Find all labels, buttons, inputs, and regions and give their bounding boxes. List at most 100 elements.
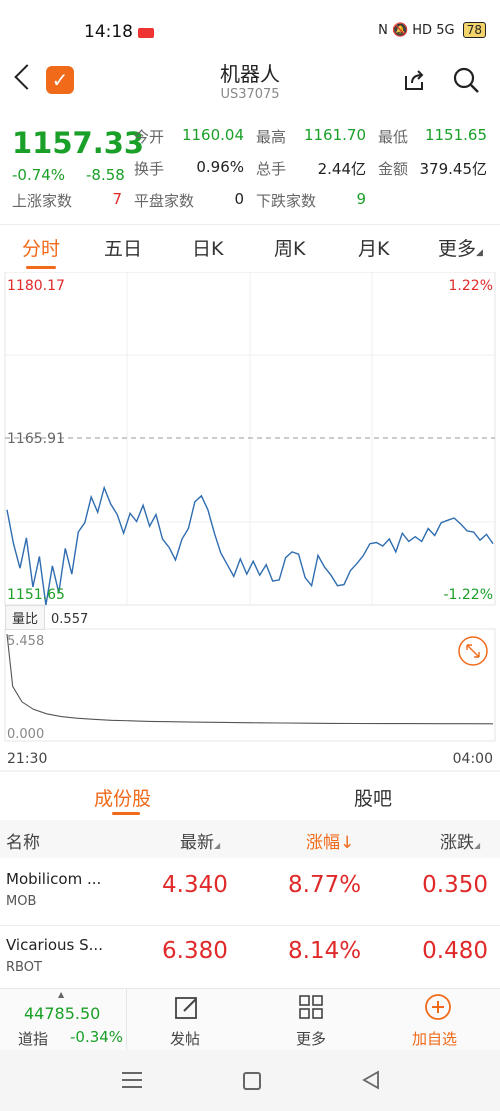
index-name: 道指	[18, 1030, 49, 1048]
tab-intraday[interactable]: 分时	[22, 234, 60, 261]
header-chg-label: 涨跌	[440, 833, 474, 853]
dow-index-ticker[interactable]: ▲ 44785.50 道指 -0.34%	[0, 989, 125, 1051]
edit-icon	[175, 997, 197, 1019]
table-row[interactable]: Mobilicom ... MOB 4.340 8.77% 0.350	[0, 860, 500, 926]
header-pct[interactable]: 涨幅↓	[306, 828, 354, 853]
tab-more-label: 更多	[438, 238, 477, 260]
period-tabs: 分时 五日 日K 周K 月K 更多◢	[0, 226, 500, 272]
tab-daily-k[interactable]: 日K	[192, 234, 223, 261]
amount-value: 379.45亿	[419, 160, 488, 178]
x-end-label: 04:00	[453, 751, 493, 767]
down-count-label: 下跌家数	[256, 192, 317, 210]
ratio-max-label: 5.458	[7, 634, 44, 649]
home-nav-icon[interactable]	[243, 1072, 261, 1090]
header-latest-label: 最新	[180, 833, 214, 853]
stock-chg: 0.480	[422, 938, 488, 964]
open-label: 今开	[134, 128, 165, 146]
volume-ratio-row: 量比 0.557	[5, 605, 88, 630]
nfc-icon: N	[378, 23, 388, 38]
status-time: 14:18	[84, 22, 133, 42]
tab-forum[interactable]: 股吧	[354, 784, 392, 811]
flat-count-label: 平盘家数	[134, 192, 195, 210]
stock-chg: 0.350	[422, 872, 488, 898]
tab-weekly-k[interactable]: 周K	[274, 234, 305, 261]
low-value: 1151.65	[424, 126, 487, 144]
quote-panel: 1157.33 -0.74% -8.58 今开 1160.04 最高 1161.…	[0, 118, 500, 222]
tab-constituents[interactable]: 成份股	[94, 784, 151, 811]
high-value: 1161.70	[303, 126, 366, 144]
stock-name: Vicarious S...	[6, 936, 103, 954]
notification-badge-icon	[138, 28, 154, 38]
index-value: 44785.50	[24, 1004, 101, 1023]
active-tab-indicator	[26, 266, 56, 269]
stock-code: RBOT	[6, 960, 42, 975]
tab-monthly-k[interactable]: 月K	[358, 234, 389, 261]
status-icons: N 🔕 HD 5G 78	[378, 22, 486, 38]
search-icon[interactable]	[452, 66, 480, 94]
header: ✓ 机器人 US37075	[0, 54, 500, 114]
change-percent: -0.74%	[12, 166, 66, 184]
up-count-label: 上涨家数	[12, 192, 73, 210]
change-amount: -8.58	[86, 166, 125, 184]
bottom-action-bar: ▲ 44785.50 道指 -0.34% 发帖 更多 加自选	[0, 988, 500, 1051]
header-chg[interactable]: 涨跌◢	[440, 828, 480, 853]
more-label: 更多	[296, 1030, 327, 1048]
share-icon[interactable]	[402, 68, 426, 92]
volume-ratio-label[interactable]: 量比	[5, 605, 46, 630]
y-mid-label: 1165.91	[7, 431, 65, 447]
flat-count-value: 0	[234, 190, 244, 208]
stock-pct: 8.14%	[288, 938, 362, 964]
stock-latest: 6.380	[162, 938, 228, 964]
header-latest[interactable]: 最新◢	[180, 828, 220, 853]
y-max-label: 1180.17	[7, 278, 65, 294]
add-watchlist-label: 加自选	[412, 1030, 458, 1048]
ratio-series-line	[6, 633, 494, 725]
post-label: 发帖	[170, 1030, 201, 1048]
signal-icon: 5G	[436, 23, 455, 38]
low-label: 最低	[378, 128, 409, 146]
y-min-label: 1151.65	[7, 587, 65, 603]
intraday-chart[interactable]: 1180.17 1.22% 1165.91 1151.65 -1.22% 5.4…	[0, 272, 500, 772]
section-tabs: 成份股 股吧	[0, 772, 500, 820]
collapse-caret-icon: ▲	[58, 990, 65, 999]
amount-label: 金额	[378, 160, 409, 178]
more-button[interactable]: 更多	[274, 989, 350, 1051]
up-count-value: 7	[112, 190, 122, 208]
stock-pct: 8.77%	[288, 872, 362, 898]
grid-icon	[299, 995, 323, 1019]
turnover-value: 0.96%	[196, 158, 244, 176]
open-value: 1160.04	[181, 126, 244, 144]
stock-latest: 4.340	[162, 872, 228, 898]
menu-nav-icon[interactable]	[122, 1072, 142, 1088]
volume-ratio-value: 0.557	[51, 612, 89, 627]
hd-icon: HD	[412, 23, 433, 38]
sort-triangle-icon: ◢	[214, 841, 221, 850]
volume-label: 总手	[256, 160, 287, 178]
battery-icon: 78	[462, 22, 486, 38]
add-watchlist-button[interactable]: 加自选	[400, 989, 480, 1051]
post-button[interactable]: 发帖	[150, 989, 226, 1051]
ratio-min-label: 0.000	[7, 727, 44, 742]
tab-more[interactable]: 更多◢	[438, 234, 483, 261]
table-row[interactable]: Vicarious S... RBOT 6.380 8.14% 0.480	[0, 926, 500, 992]
sort-triangle-icon: ◢	[474, 841, 481, 850]
volume-value: 2.44亿	[317, 160, 366, 178]
tab-five-day[interactable]: 五日	[104, 234, 142, 261]
index-pct: -0.34%	[70, 1028, 124, 1046]
y-min-pct-label: -1.22%	[443, 587, 493, 603]
header-name[interactable]: 名称	[6, 828, 40, 853]
list-header: 名称 最新◢ 涨幅↓ 涨跌◢	[0, 820, 500, 858]
section-tab-indicator	[112, 812, 140, 815]
mute-icon: 🔕	[391, 23, 409, 38]
back-nav-icon[interactable]	[362, 1070, 380, 1090]
high-label: 最高	[256, 128, 287, 146]
ratio-panel-frame	[4, 628, 496, 742]
y-max-pct-label: 1.22%	[449, 278, 493, 294]
turnover-label: 换手	[134, 160, 165, 178]
stock-name: Mobilicom ...	[6, 870, 102, 888]
dropdown-triangle-icon: ◢	[476, 248, 483, 258]
add-circle-icon	[425, 994, 451, 1020]
down-count-value: 9	[356, 190, 366, 208]
x-start-label: 21:30	[7, 751, 47, 767]
expand-chart-icon[interactable]	[458, 636, 488, 666]
